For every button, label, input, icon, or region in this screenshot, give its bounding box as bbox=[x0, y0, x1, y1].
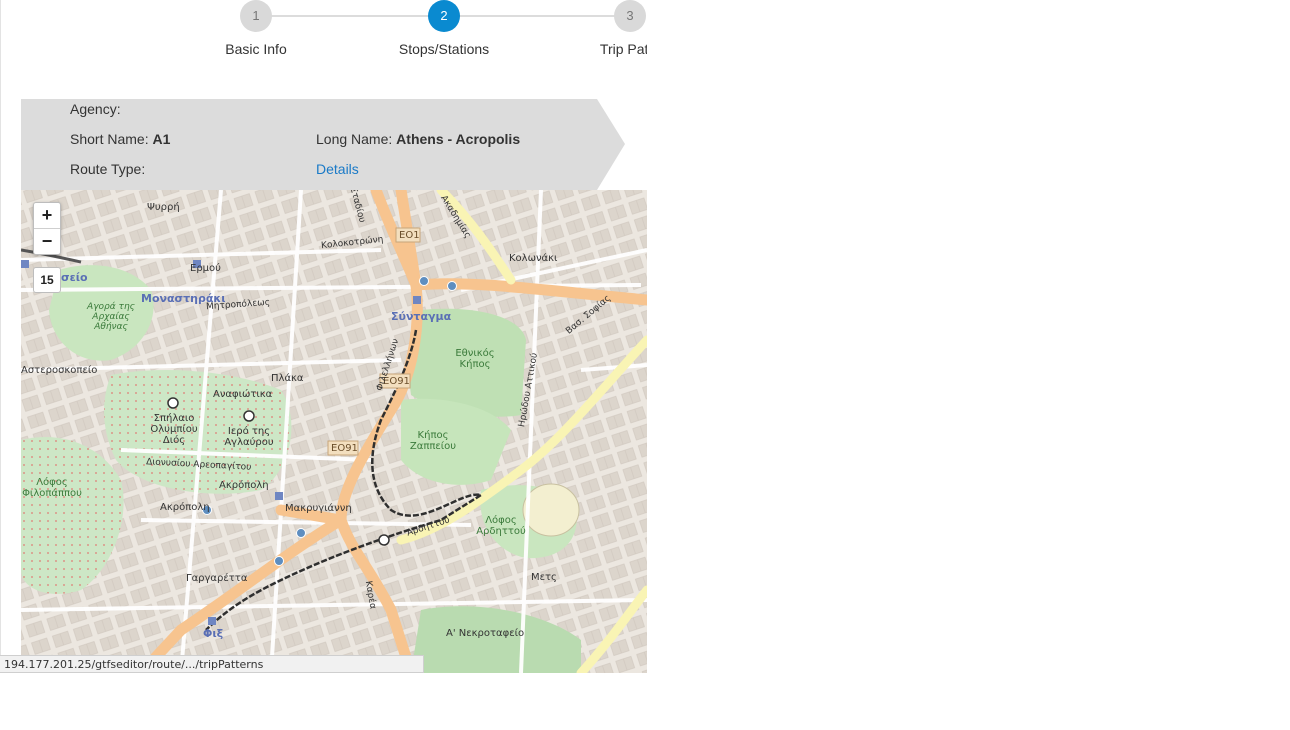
map-label-kipos-zappeiou: Κήπος Ζαππείου bbox=[409, 430, 457, 452]
step-label: Stops/Stations bbox=[398, 41, 490, 57]
map-label-akropoli: Ακρόπολη bbox=[219, 480, 269, 491]
map-label-ermou: Ερμού bbox=[190, 263, 221, 274]
bus-stop-marker[interactable] bbox=[419, 276, 429, 286]
map-label-plaka: Πλάκα bbox=[271, 373, 304, 384]
short-name-field: Short Name: A1 bbox=[70, 131, 170, 147]
road-shield-label: ΕΟ1 bbox=[399, 230, 420, 241]
agency-field: Agency: bbox=[70, 101, 121, 117]
cave-marker-icon bbox=[243, 410, 255, 422]
long-name-value: Athens - Acropolis bbox=[396, 131, 521, 147]
wizard-step-basic-info[interactable]: 1 Basic Info bbox=[176, 0, 336, 57]
step-number-badge: 1 bbox=[240, 0, 272, 32]
map-label-asteroskopeio: Αστεροσκοπείο bbox=[21, 365, 98, 376]
map-label-spilaio: Σπήλαιο Ολυμπίου Διός bbox=[150, 413, 198, 446]
map-label-thiseio: σείο bbox=[61, 271, 88, 284]
agency-label: Agency: bbox=[70, 101, 121, 117]
map-label-lofos-ardittou: Λόφος Αρδηττού bbox=[476, 515, 526, 537]
map-label-syntagma: Σύνταγμα bbox=[391, 310, 452, 323]
browser-status-bar: 194.177.201.25/gtfseditor/route/.../trip… bbox=[0, 655, 424, 673]
metro-station-fix-icon bbox=[208, 617, 216, 625]
map-label-ethnikos-kipos: Εθνικός Κήπος bbox=[455, 348, 495, 370]
map-label-agora: Αγορά της Αρχαίας Αθήνας bbox=[87, 302, 135, 332]
wizard-step-stops-stations[interactable]: 2 Stops/Stations bbox=[364, 0, 524, 57]
map-label-mets: Μετς bbox=[531, 572, 557, 583]
long-name-label: Long Name: bbox=[316, 131, 393, 147]
road-shield-label: ΕΟ91 bbox=[331, 443, 358, 454]
map-label-makrygianni: Μακρυγιάννη bbox=[285, 503, 352, 514]
bus-stop-marker[interactable] bbox=[296, 528, 306, 538]
map-label-psyrri: Ψυρρή bbox=[147, 202, 180, 213]
map-label-lofos-filopappou: Λόφος Φιλοπάππου bbox=[22, 477, 82, 499]
route-map[interactable]: ΕΟ1 ΕΟ91 ΕΟ91 Σύνταγμα Μοναστηράκι σείο … bbox=[21, 190, 647, 673]
bus-stop-marker[interactable] bbox=[274, 556, 284, 566]
map-label-anafiotika: Αναφιώτικα bbox=[213, 389, 273, 400]
short-name-value: A1 bbox=[152, 131, 171, 147]
wizard-step-trip-patterns[interactable]: 3 Trip Patte bbox=[550, 0, 647, 57]
route-type-label: Route Type: bbox=[70, 161, 146, 177]
short-name-label: Short Name: bbox=[70, 131, 149, 147]
map-label-gargaretta: Γαργαρέττα bbox=[186, 573, 248, 584]
zoom-in-button[interactable]: + bbox=[34, 203, 60, 228]
map-label-iero: Ιερό της Αγλαύρου bbox=[224, 426, 274, 448]
zoom-level-indicator: 15 bbox=[33, 267, 61, 293]
bus-stop-marker[interactable] bbox=[447, 281, 457, 291]
stadium bbox=[522, 483, 580, 537]
route-type-field: Route Type: bbox=[70, 161, 145, 177]
map-label-kolonaki: Κολωνάκι bbox=[509, 253, 558, 264]
long-name-field: Long Name: Athens - Acropolis bbox=[316, 131, 520, 147]
monument-marker-icon bbox=[378, 534, 390, 546]
map-label-fix: Φιξ bbox=[203, 627, 224, 640]
step-label: Basic Info bbox=[225, 41, 287, 57]
step-label: Trip Patte bbox=[599, 41, 647, 57]
map-label-nekrotafeio: Α' Νεκροταφείο bbox=[446, 628, 525, 639]
zoom-out-button[interactable]: − bbox=[34, 228, 60, 254]
metro-station-akropoli-icon bbox=[275, 492, 283, 500]
metro-station-syntagma-icon bbox=[413, 296, 421, 304]
details-link[interactable]: Details bbox=[316, 161, 359, 177]
cave-marker-icon bbox=[167, 397, 179, 409]
step-number-badge: 2 bbox=[428, 0, 460, 32]
step-number-badge: 3 bbox=[614, 0, 646, 32]
map-label-akropoli-west: Ακρόπολη bbox=[160, 502, 210, 513]
metro-station-thiseio-icon bbox=[21, 260, 29, 268]
route-editor-panel: 1 Basic Info 2 Stops/Stations 3 Trip Pat… bbox=[0, 0, 647, 673]
zoom-control: + − bbox=[33, 202, 61, 255]
